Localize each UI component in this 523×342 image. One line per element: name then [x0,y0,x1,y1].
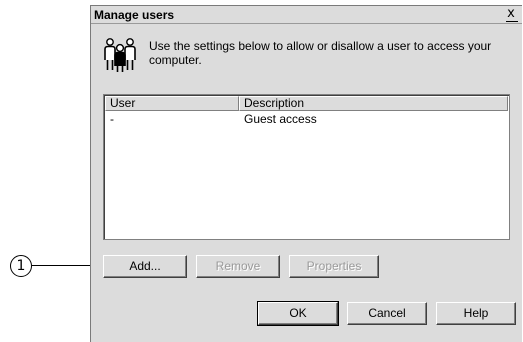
dialog-title: Manage users [94,8,175,22]
list-item-user: - [110,112,114,126]
add-button[interactable]: Add... [103,255,187,278]
close-icon-underline [506,21,518,22]
manage-users-dialog: Manage users x Use the settings below to… [90,5,522,342]
properties-button[interactable]: Properties [289,255,379,278]
close-icon[interactable]: x [504,7,518,21]
list-item-description: Guest access [244,112,317,126]
list-item[interactable]: - Guest access [105,112,508,126]
column-header-user[interactable]: User [105,96,239,111]
list-header: User Description [105,96,508,111]
instruction-text: Use the settings below to allow or disal… [149,39,492,67]
column-header-description[interactable]: Description [239,96,508,111]
help-button[interactable]: Help [436,302,516,325]
title-bar: Manage users x [91,6,522,24]
users-list[interactable]: User Description - Guest access [103,94,510,240]
remove-button[interactable]: Remove [196,255,280,278]
cancel-button[interactable]: Cancel [347,302,427,325]
users-icon [104,38,136,72]
ok-button[interactable]: OK [257,301,339,326]
callout-number: 1 [10,255,32,277]
